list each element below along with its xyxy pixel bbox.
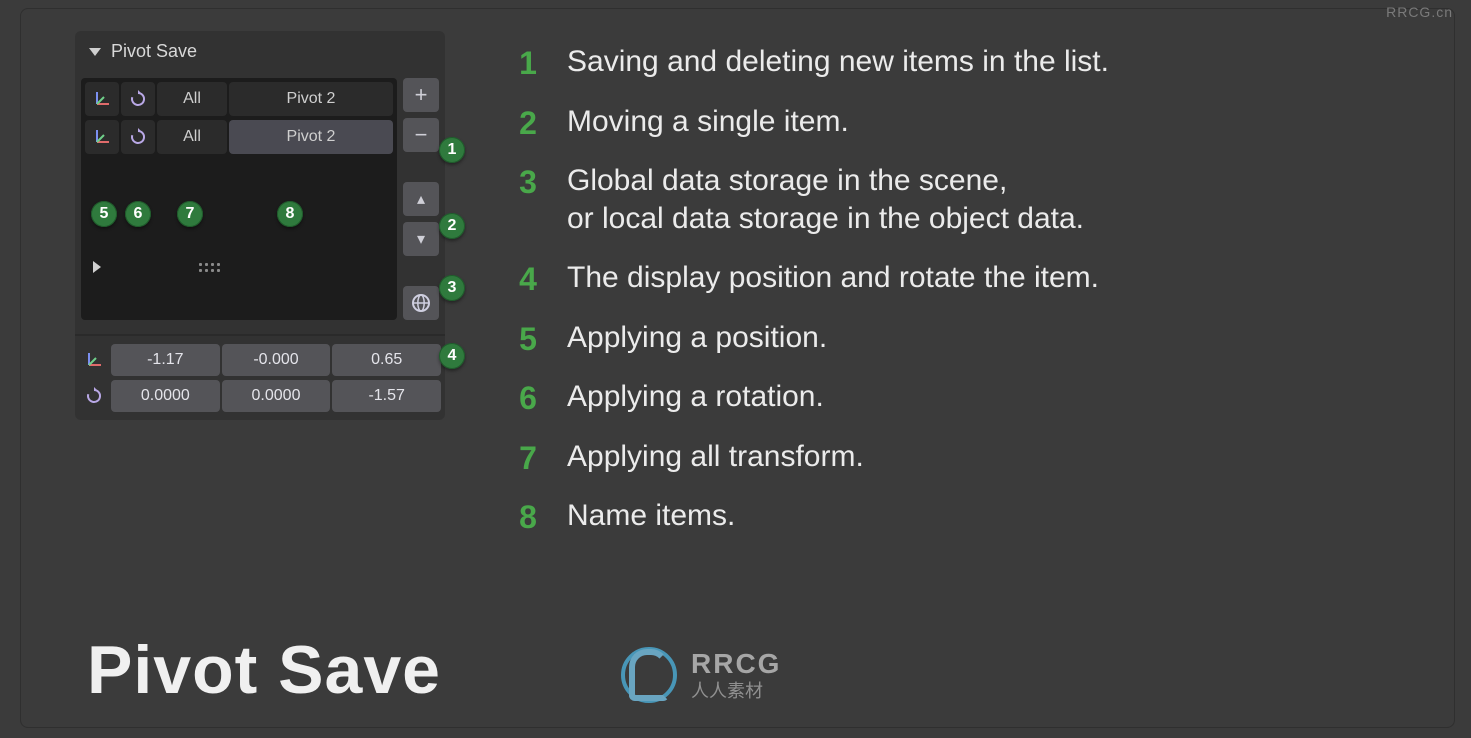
legend: 1 Saving and deleting new items in the l…: [511, 43, 1441, 557]
panel-header[interactable]: Pivot Save: [75, 31, 445, 72]
panel-body: All Pivot 2: [75, 72, 445, 326]
legend-number: 6: [511, 378, 545, 414]
legend-number: 4: [511, 259, 545, 295]
badge-3: 3: [439, 275, 465, 301]
minus-icon: −: [415, 122, 428, 148]
position-row: -1.17 -0.000 0.65: [79, 344, 441, 376]
logo-text-big: RRCG: [691, 650, 781, 678]
legend-item: 7 Applying all transform.: [511, 438, 1441, 476]
globe-icon: [411, 293, 431, 313]
list-footer: [85, 252, 393, 282]
refresh-icon: [129, 90, 147, 108]
pos-z-field[interactable]: 0.65: [332, 344, 441, 376]
pivot-list: All Pivot 2: [81, 78, 397, 320]
rotation-row: 0.0000 0.0000 -1.57: [79, 380, 441, 412]
rot-y-value: 0.0000: [252, 387, 301, 405]
move-item-up-button[interactable]: ▴: [403, 182, 439, 216]
page-title: Pivot Save: [87, 631, 441, 709]
list-item[interactable]: All Pivot 2: [85, 120, 393, 154]
rot-z-field[interactable]: -1.57: [332, 380, 441, 412]
pos-z-value: 0.65: [371, 351, 402, 369]
badge-2: 2: [439, 213, 465, 239]
legend-number: 8: [511, 497, 545, 533]
apply-rotation-button[interactable]: [121, 82, 155, 116]
legend-number: 2: [511, 103, 545, 139]
legend-item: 8 Name items.: [511, 497, 1441, 535]
apply-rotation-button[interactable]: [121, 120, 155, 154]
refresh-icon: [129, 128, 147, 146]
grip-icon[interactable]: [199, 263, 220, 272]
caret-down-icon: [89, 48, 101, 56]
add-item-button[interactable]: +: [403, 78, 439, 112]
watermark-top: RRCG.cn: [1386, 4, 1453, 20]
rot-z-value: -1.57: [368, 387, 404, 405]
panel-title: Pivot Save: [111, 41, 197, 62]
expand-icon[interactable]: [93, 261, 101, 273]
legend-item: 1 Saving and deleting new items in the l…: [511, 43, 1441, 81]
axes-icon: [93, 128, 111, 146]
chevron-up-icon: ▴: [417, 189, 425, 209]
legend-text: Name items.: [567, 497, 735, 535]
pos-x-field[interactable]: -1.17: [111, 344, 220, 376]
rot-y-field[interactable]: 0.0000: [222, 380, 331, 412]
apply-all-button[interactable]: All: [157, 82, 227, 116]
pos-x-value: -1.17: [147, 351, 183, 369]
badge-4: 4: [439, 343, 465, 369]
rot-x-value: 0.0000: [141, 387, 190, 405]
item-name-field[interactable]: Pivot 2: [229, 82, 393, 116]
legend-text: The display position and rotate the item…: [567, 259, 1099, 297]
move-item-down-button[interactable]: ▾: [403, 222, 439, 256]
item-name: Pivot 2: [287, 90, 336, 108]
legend-text: Applying all transform.: [567, 438, 864, 476]
legend-text: Saving and deleting new items in the lis…: [567, 43, 1109, 81]
rot-x-field[interactable]: 0.0000: [111, 380, 220, 412]
badge-8: 8: [277, 201, 303, 227]
legend-text: Applying a rotation.: [567, 378, 824, 416]
legend-text: Applying a position.: [567, 319, 827, 357]
legend-item: 2 Moving a single item.: [511, 103, 1441, 141]
legend-number: 7: [511, 438, 545, 474]
refresh-icon: [79, 380, 109, 412]
badge-6: 6: [125, 201, 151, 227]
item-name: Pivot 2: [287, 128, 336, 146]
values-block: -1.17 -0.000 0.65 0.0000 0.0000 -1.57: [75, 334, 445, 420]
legend-number: 3: [511, 162, 545, 198]
remove-item-button[interactable]: −: [403, 118, 439, 152]
pivot-save-panel: Pivot Save: [75, 31, 445, 420]
legend-item: 4 The display position and rotate the it…: [511, 259, 1441, 297]
legend-item: 6 Applying a rotation.: [511, 378, 1441, 416]
content-frame: Pivot Save: [20, 8, 1455, 728]
side-buttons: + − ▴ ▾: [403, 78, 439, 320]
plus-icon: +: [415, 82, 428, 108]
panel-area: Pivot Save: [75, 31, 445, 420]
axes-icon: [79, 344, 109, 376]
axes-icon: [93, 90, 111, 108]
all-label: All: [183, 128, 201, 146]
legend-text: Global data storage in the scene, or loc…: [567, 162, 1084, 237]
watermark-logo: RRCG 人人素材: [621, 647, 781, 703]
storage-scope-button[interactable]: [403, 286, 439, 320]
badge-1: 1: [439, 137, 465, 163]
all-label: All: [183, 90, 201, 108]
item-name-field[interactable]: Pivot 2: [229, 120, 393, 154]
apply-position-button[interactable]: [85, 120, 119, 154]
chevron-down-icon: ▾: [417, 229, 425, 249]
logo-text: RRCG 人人素材: [691, 650, 781, 700]
legend-number: 1: [511, 43, 545, 79]
legend-number: 5: [511, 319, 545, 355]
legend-item: 5 Applying a position.: [511, 319, 1441, 357]
logo-icon: [621, 647, 677, 703]
list-item[interactable]: All Pivot 2: [85, 82, 393, 116]
apply-position-button[interactable]: [85, 82, 119, 116]
pos-y-field[interactable]: -0.000: [222, 344, 331, 376]
badge-5: 5: [91, 201, 117, 227]
apply-all-button[interactable]: All: [157, 120, 227, 154]
legend-item: 3 Global data storage in the scene, or l…: [511, 162, 1441, 237]
logo-text-small: 人人素材: [691, 682, 781, 700]
legend-text: Moving a single item.: [567, 103, 849, 141]
badge-7: 7: [177, 201, 203, 227]
pos-y-value: -0.000: [253, 351, 298, 369]
